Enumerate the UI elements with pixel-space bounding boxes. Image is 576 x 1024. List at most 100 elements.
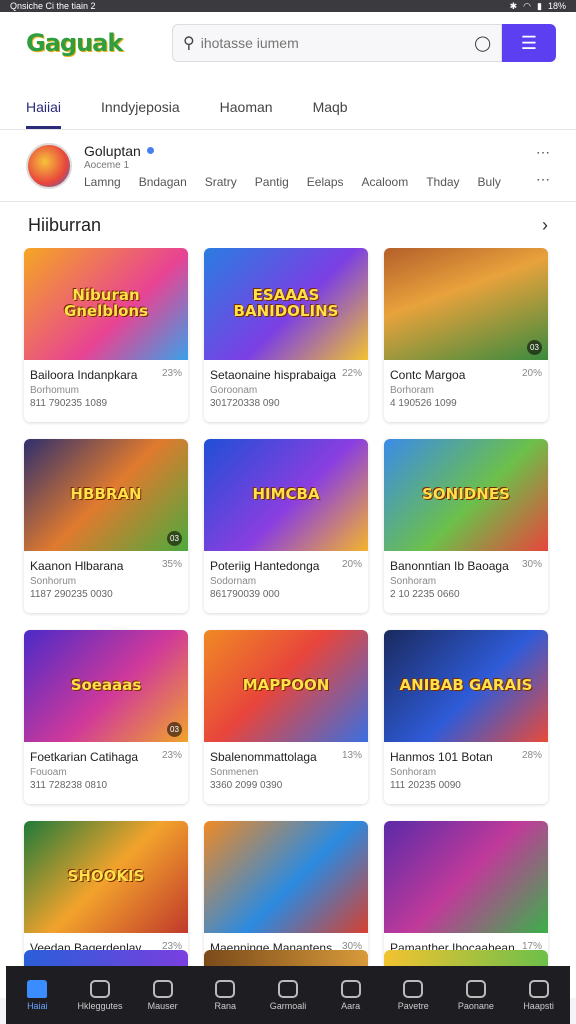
thumbnail-badge: 03	[167, 722, 182, 737]
card-subtitle: Goroonam	[210, 385, 258, 396]
game-card[interactable]: MAPPOON Sbalenommattolaga 13% Sonmenen 3…	[204, 630, 368, 804]
profile-info: Goluptan Aoceme 1 Lamng Bndagan Sratry P…	[84, 143, 536, 189]
nav-item[interactable]: Pavetre	[383, 979, 443, 1011]
card-meta: 861790039 000	[210, 589, 280, 600]
game-card[interactable]: SONIDNES Banonntian Ib Baoaga 30% Sonhor…	[384, 439, 548, 613]
tab-2[interactable]: Haoman	[220, 99, 273, 129]
card-subtitle: Sonhorum	[30, 576, 77, 587]
card-title[interactable]: Sbalenommattolaga	[210, 750, 317, 764]
game-thumbnail[interactable]: ESAAAS BANIDOLINS	[204, 248, 368, 360]
more-dots-icon[interactable]: ⋯	[536, 144, 550, 161]
profile-link[interactable]: Lamng	[84, 175, 121, 189]
game-thumbnail[interactable]: Soeaaas 03	[24, 630, 188, 742]
card-percent: 20%	[341, 559, 362, 570]
bottom-nav: Haiai Hkleggutes Mauser Rana Garmoali Aa…	[6, 966, 570, 1024]
nav-item[interactable]: Rana	[195, 979, 255, 1011]
game-card[interactable]: 03 Contc Margoa 20% Borhoram 4 190526 10…	[384, 248, 548, 422]
card-title[interactable]: Contc Margoa	[390, 368, 465, 382]
profile-link[interactable]: Pantig	[255, 175, 289, 189]
search-icon: ⚲	[183, 35, 195, 52]
tab-1[interactable]: Inndyjeposia	[101, 99, 180, 129]
profile-name[interactable]: Goluptan	[84, 143, 141, 159]
nav-label: Haiai	[27, 1000, 48, 1011]
tab-0[interactable]: Haiiai	[26, 99, 62, 129]
card-subtitle: Fouoam	[30, 767, 67, 778]
game-thumbnail[interactable]: Niburan Gnelblons	[24, 248, 188, 360]
nav-item[interactable]: Mauser	[133, 979, 193, 1011]
card-top: Contc Margoa 20%	[390, 368, 542, 382]
nav-item[interactable]: Paonane	[446, 979, 506, 1011]
game-card[interactable]: HIMCBA Poteriig Hantedonga 20% Sodornam …	[204, 439, 368, 613]
card-percent: 23%	[161, 750, 182, 761]
tab-3[interactable]: Maqb	[313, 99, 348, 129]
profile-link[interactable]: Thday	[426, 175, 459, 189]
game-thumbnail[interactable]: MAPPOON	[204, 630, 368, 742]
card-percent: 22%	[341, 368, 362, 379]
card-body: Poteriig Hantedonga 20% Sodornam 8617900…	[204, 551, 368, 600]
profile-link[interactable]: Bndagan	[139, 175, 187, 189]
card-body: Setaonaine hisprabaiga 22% Goroonam 3017…	[204, 360, 368, 409]
profile-link[interactable]: Sratry	[205, 175, 237, 189]
card-subtitle: Borhomum	[30, 385, 79, 396]
person-icon	[465, 979, 486, 998]
grid-menu-icon: ☰	[520, 32, 538, 53]
game-card[interactable]: HBBRAN 03 Kaanon Hlbarana 35% Sonhorum 1…	[24, 439, 188, 613]
game-card[interactable]: Soeaaas 03 Foetkarian Catihaga 23% Fouoa…	[24, 630, 188, 804]
menu-button[interactable]: ☰	[502, 24, 556, 62]
nav-item[interactable]: Hkleggutes	[70, 979, 130, 1011]
card-top: Banonntian Ib Baoaga 30%	[390, 559, 542, 573]
profile-link[interactable]: Buly	[478, 175, 501, 189]
card-meta: 811 790235 1089	[30, 398, 108, 409]
card-title[interactable]: Poteriig Hantedonga	[210, 559, 319, 573]
card-title[interactable]: Hanmos 101 Botan	[390, 750, 493, 764]
nav-item[interactable]: Aara	[321, 979, 381, 1011]
document-icon	[403, 979, 424, 998]
tab-bar: Haiiai Inndyjeposia Haoman Maqb	[0, 74, 576, 130]
profile-link[interactable]: Eelaps	[307, 175, 344, 189]
card-top: Setaonaine hisprabaiga 22%	[210, 368, 362, 382]
nav-item[interactable]: Haiai	[7, 979, 67, 1011]
card-subtitle: Sonmenen	[210, 767, 259, 778]
nav-item[interactable]: Haapsti	[509, 979, 569, 1011]
app-logo[interactable]: Gaguak	[26, 29, 172, 57]
nav-label: Pavetre	[397, 1000, 429, 1011]
card-percent: 23%	[161, 368, 182, 379]
game-card[interactable]: ANIBAB GARAIS Hanmos 101 Botan 28% Sonho…	[384, 630, 548, 804]
nav-label: Hkleggutes	[77, 1000, 123, 1011]
game-card[interactable]: ESAAAS BANIDOLINS Setaonaine hisprabaiga…	[204, 248, 368, 422]
chat-icon[interactable]: ◯	[474, 34, 491, 52]
card-top: Bailoora Indanpkara 23%	[30, 368, 182, 382]
card-title[interactable]: Setaonaine hisprabaiga	[210, 368, 336, 382]
avatar[interactable]	[26, 142, 72, 189]
game-thumbnail[interactable]: HIMCBA	[204, 439, 368, 551]
card-title[interactable]: Foetkarian Catihaga	[30, 750, 138, 764]
card-body: Kaanon Hlbarana 35% Sonhorum 1187 290235…	[24, 551, 188, 600]
card-top: Poteriig Hantedonga 20%	[210, 559, 362, 573]
profile-link[interactable]: Acaloom	[362, 175, 409, 189]
more-dots-icon[interactable]: ⋯	[536, 171, 550, 188]
card-meta: 111 20235 0090	[390, 780, 461, 791]
card-title[interactable]: Kaanon Hlbarana	[30, 559, 123, 573]
card-title[interactable]: Bailoora Indanpkara	[30, 368, 137, 382]
game-thumbnail[interactable]	[204, 821, 368, 933]
game-thumbnail[interactable]: SHOOKIS	[24, 821, 188, 933]
game-thumbnail[interactable]: HBBRAN 03	[24, 439, 188, 551]
card-body: Banonntian Ib Baoaga 30% Sonhoram 2 10 2…	[384, 551, 548, 600]
thumbnail-badge: 03	[167, 531, 182, 546]
game-thumbnail[interactable]: 03	[384, 248, 548, 360]
folder-icon	[89, 979, 110, 998]
game-thumbnail[interactable]: SONIDNES	[384, 439, 548, 551]
thumbnail-title: SHOOKIS	[67, 867, 145, 886]
card-meta: 4 190526 1099	[390, 398, 457, 409]
game-thumbnail[interactable]	[384, 821, 548, 933]
game-card[interactable]: Niburan Gnelblons Bailoora Indanpkara 23…	[24, 248, 188, 422]
nav-item[interactable]: Garmoali	[258, 979, 318, 1011]
card-subtitle: Borhoram	[390, 385, 434, 396]
search-bar[interactable]: ⚲ ◯	[172, 24, 502, 62]
card-body: Foetkarian Catihaga 23% Fouoam 311 72823…	[24, 742, 188, 791]
game-thumbnail[interactable]: ANIBAB GARAIS	[384, 630, 548, 742]
search-input[interactable]	[200, 35, 475, 51]
card-title[interactable]: Banonntian Ib Baoaga	[390, 559, 509, 573]
chevron-right-icon[interactable]: ›	[542, 215, 548, 236]
nav-label: Mauser	[147, 1000, 178, 1011]
